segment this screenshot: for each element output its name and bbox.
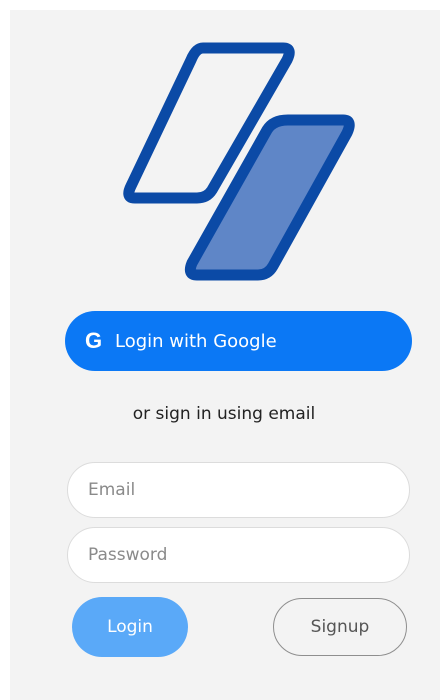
app-logo: [123, 42, 355, 281]
google-icon: G: [85, 328, 103, 353]
signup-button[interactable]: Signup: [273, 598, 407, 656]
logo-filled-shape: [184, 114, 355, 281]
login-button[interactable]: Login: [72, 597, 188, 657]
login-with-google-button[interactable]: G Login with Google: [65, 311, 412, 371]
password-input[interactable]: [67, 527, 410, 583]
login-with-google-label: Login with Google: [115, 330, 277, 352]
email-input[interactable]: [67, 462, 410, 518]
email-signin-divider-text: or sign in using email: [132, 404, 316, 424]
